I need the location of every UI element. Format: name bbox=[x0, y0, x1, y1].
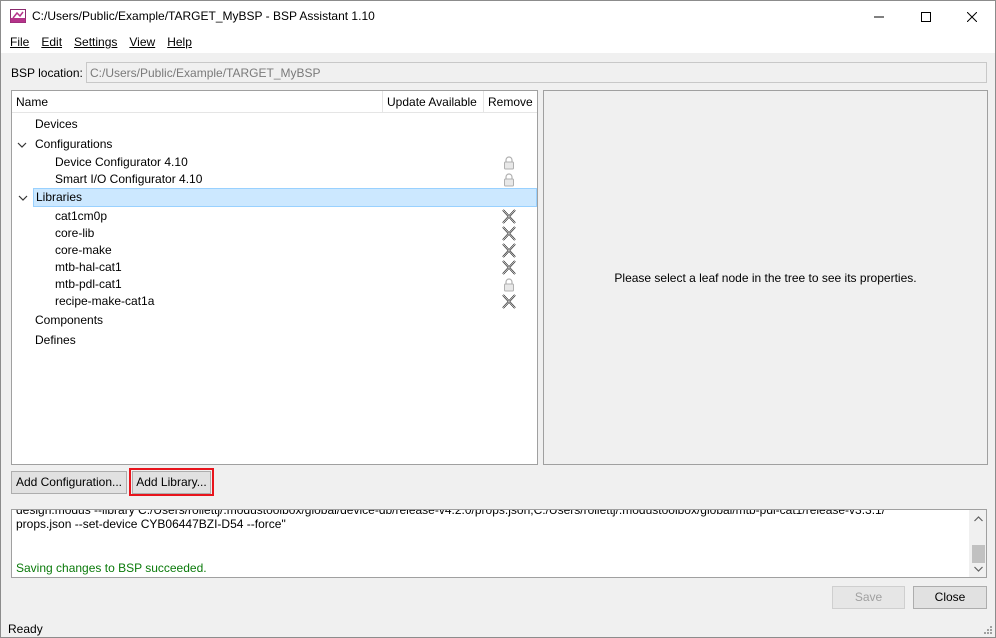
menu-help-label: Help bbox=[167, 35, 192, 49]
menu-help[interactable]: Help bbox=[161, 32, 198, 53]
minimize-button[interactable] bbox=[856, 1, 902, 32]
tree-row[interactable]: Device Configurator 4.10 bbox=[12, 154, 537, 171]
menu-edit-label: Edit bbox=[41, 35, 63, 49]
tree-row-label: mtb-hal-cat1 bbox=[55, 260, 122, 274]
bsp-location-label: BSP location: bbox=[11, 66, 83, 80]
resize-grip-icon[interactable] bbox=[981, 625, 993, 637]
add-library-button[interactable]: Add Library... bbox=[132, 471, 211, 494]
properties-message: Please select a leaf node in the tree to… bbox=[614, 271, 917, 285]
lock-icon bbox=[501, 154, 517, 171]
maximize-icon bbox=[921, 11, 931, 22]
menu-bar: File Edit Settings View Help bbox=[1, 32, 995, 53]
menu-settings-label: Settings bbox=[74, 35, 118, 49]
tree-row[interactable]: Smart I/O Configurator 4.10 bbox=[12, 171, 537, 188]
column-update-available[interactable]: Update Available bbox=[382, 91, 482, 113]
menu-file[interactable]: File bbox=[4, 32, 35, 53]
chevron-down-icon[interactable] bbox=[17, 139, 27, 149]
tree-row-label: Components bbox=[35, 313, 104, 327]
menu-view-label: View bbox=[129, 35, 156, 49]
tree-row[interactable]: Devices bbox=[12, 116, 537, 133]
tree-row-label: mtb-pdl-cat1 bbox=[55, 277, 122, 291]
bsp-assistant-icon bbox=[10, 9, 26, 23]
remove-x-icon[interactable] bbox=[501, 293, 517, 310]
tree-row[interactable]: core-make bbox=[12, 242, 537, 259]
remove-x-icon[interactable] bbox=[501, 259, 517, 276]
app-window: C:/Users/Public/Example/TARGET_MyBSP - B… bbox=[0, 0, 996, 638]
tree-row[interactable]: core-lib bbox=[12, 225, 537, 242]
log-scrollbar[interactable] bbox=[969, 510, 986, 577]
menu-file-label: File bbox=[10, 35, 30, 49]
remove-x-icon[interactable] bbox=[501, 208, 517, 225]
tree-row[interactable]: recipe-make-cat1a bbox=[12, 293, 537, 310]
remove-x-icon[interactable] bbox=[501, 242, 517, 259]
column-remove[interactable]: Remove bbox=[483, 91, 537, 113]
tree-row-label: Device Configurator 4.10 bbox=[55, 155, 188, 169]
log-success-line: Saving changes to BSP succeeded. bbox=[16, 561, 207, 575]
bsp-tree[interactable]: Name Update Available Remove Devices Conf… bbox=[11, 90, 538, 465]
tree-header: Name Update Available Remove bbox=[12, 91, 537, 113]
log-line-cut: design.modus --library C:/Users/rollettj… bbox=[16, 509, 886, 517]
menu-edit[interactable]: Edit bbox=[35, 32, 68, 53]
add-configuration-button[interactable]: Add Configuration... bbox=[11, 471, 127, 494]
tree-row-label: Libraries bbox=[36, 190, 83, 204]
chevron-down-icon[interactable] bbox=[18, 192, 28, 202]
tree-row-label: recipe-make-cat1a bbox=[55, 294, 155, 308]
maximize-button[interactable] bbox=[903, 1, 949, 32]
tree-row[interactable]: Configurations bbox=[12, 136, 537, 153]
tree-row[interactable]: mtb-hal-cat1 bbox=[12, 259, 537, 276]
tree-row-label: core-lib bbox=[55, 226, 95, 240]
tree-row[interactable]: cat1cm0p bbox=[12, 208, 537, 225]
close-icon bbox=[967, 11, 977, 22]
tree-row-label: core-make bbox=[55, 243, 112, 257]
tree-row-label: cat1cm0p bbox=[55, 209, 108, 223]
tree-row-label: Devices bbox=[35, 117, 78, 131]
menu-view[interactable]: View bbox=[123, 32, 161, 53]
minimize-icon bbox=[874, 16, 884, 17]
tree-row-label: Configurations bbox=[35, 137, 113, 151]
scroll-up-icon[interactable] bbox=[970, 510, 986, 527]
close-window-button[interactable] bbox=[949, 1, 995, 32]
remove-x-icon[interactable] bbox=[501, 225, 517, 242]
scroll-down-icon[interactable] bbox=[970, 560, 986, 577]
save-button[interactable]: Save bbox=[832, 586, 905, 609]
menu-settings[interactable]: Settings bbox=[68, 32, 123, 53]
tree-row[interactable]: mtb-pdl-cat1 bbox=[12, 276, 537, 293]
tree-row-label: Defines bbox=[35, 333, 76, 347]
window-title: C:/Users/Public/Example/TARGET_MyBSP - B… bbox=[32, 9, 375, 23]
lock-icon bbox=[501, 171, 517, 188]
panel-splitter[interactable] bbox=[11, 501, 987, 507]
tree-row[interactable]: Libraries bbox=[18, 188, 537, 207]
tree-row-label: Smart I/O Configurator 4.10 bbox=[55, 172, 203, 186]
log-output[interactable]: design.modus --library C:/Users/rollettj… bbox=[11, 509, 987, 578]
tree-row[interactable]: Components bbox=[12, 312, 537, 329]
lock-icon bbox=[501, 276, 517, 293]
status-text: Ready bbox=[8, 622, 43, 636]
properties-panel: Please select a leaf node in the tree to… bbox=[543, 90, 988, 465]
log-line: props.json --set-device CYB06447BZI-D54 … bbox=[16, 517, 286, 531]
title-bar: C:/Users/Public/Example/TARGET_MyBSP - B… bbox=[1, 1, 995, 32]
bsp-location-field[interactable]: C:/Users/Public/Example/TARGET_MyBSP bbox=[86, 62, 987, 83]
column-name[interactable]: Name bbox=[12, 91, 382, 113]
tree-row[interactable]: Defines bbox=[12, 332, 537, 349]
close-button[interactable]: Close bbox=[913, 586, 987, 609]
